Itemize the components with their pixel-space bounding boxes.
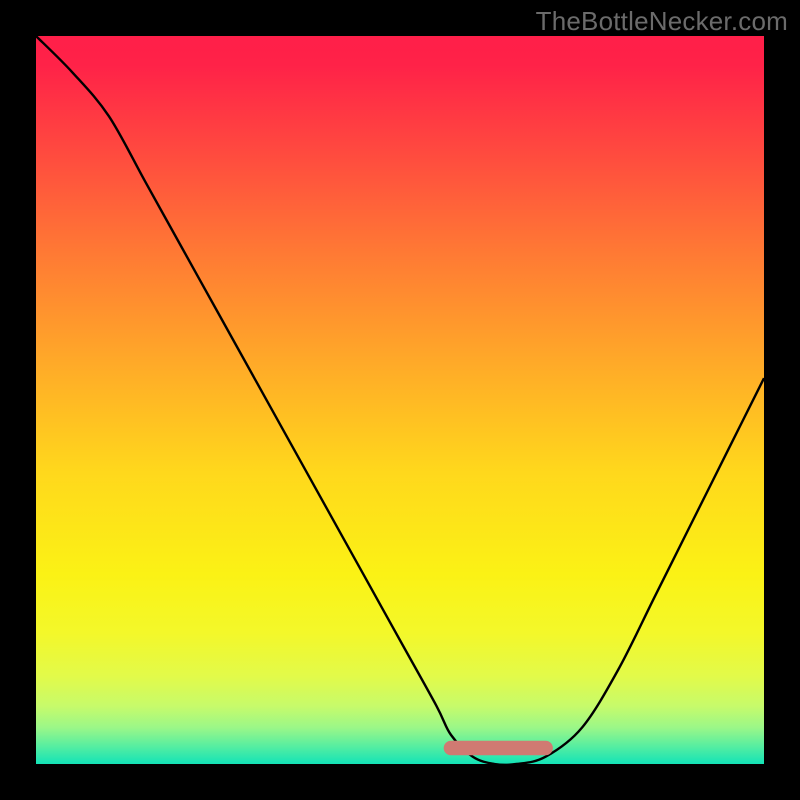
chart-svg [36, 36, 764, 764]
plot-area [36, 36, 764, 764]
gradient-background [36, 36, 764, 764]
chart-frame: TheBottleNecker.com [0, 0, 800, 800]
watermark-text: TheBottleNecker.com [536, 6, 788, 37]
